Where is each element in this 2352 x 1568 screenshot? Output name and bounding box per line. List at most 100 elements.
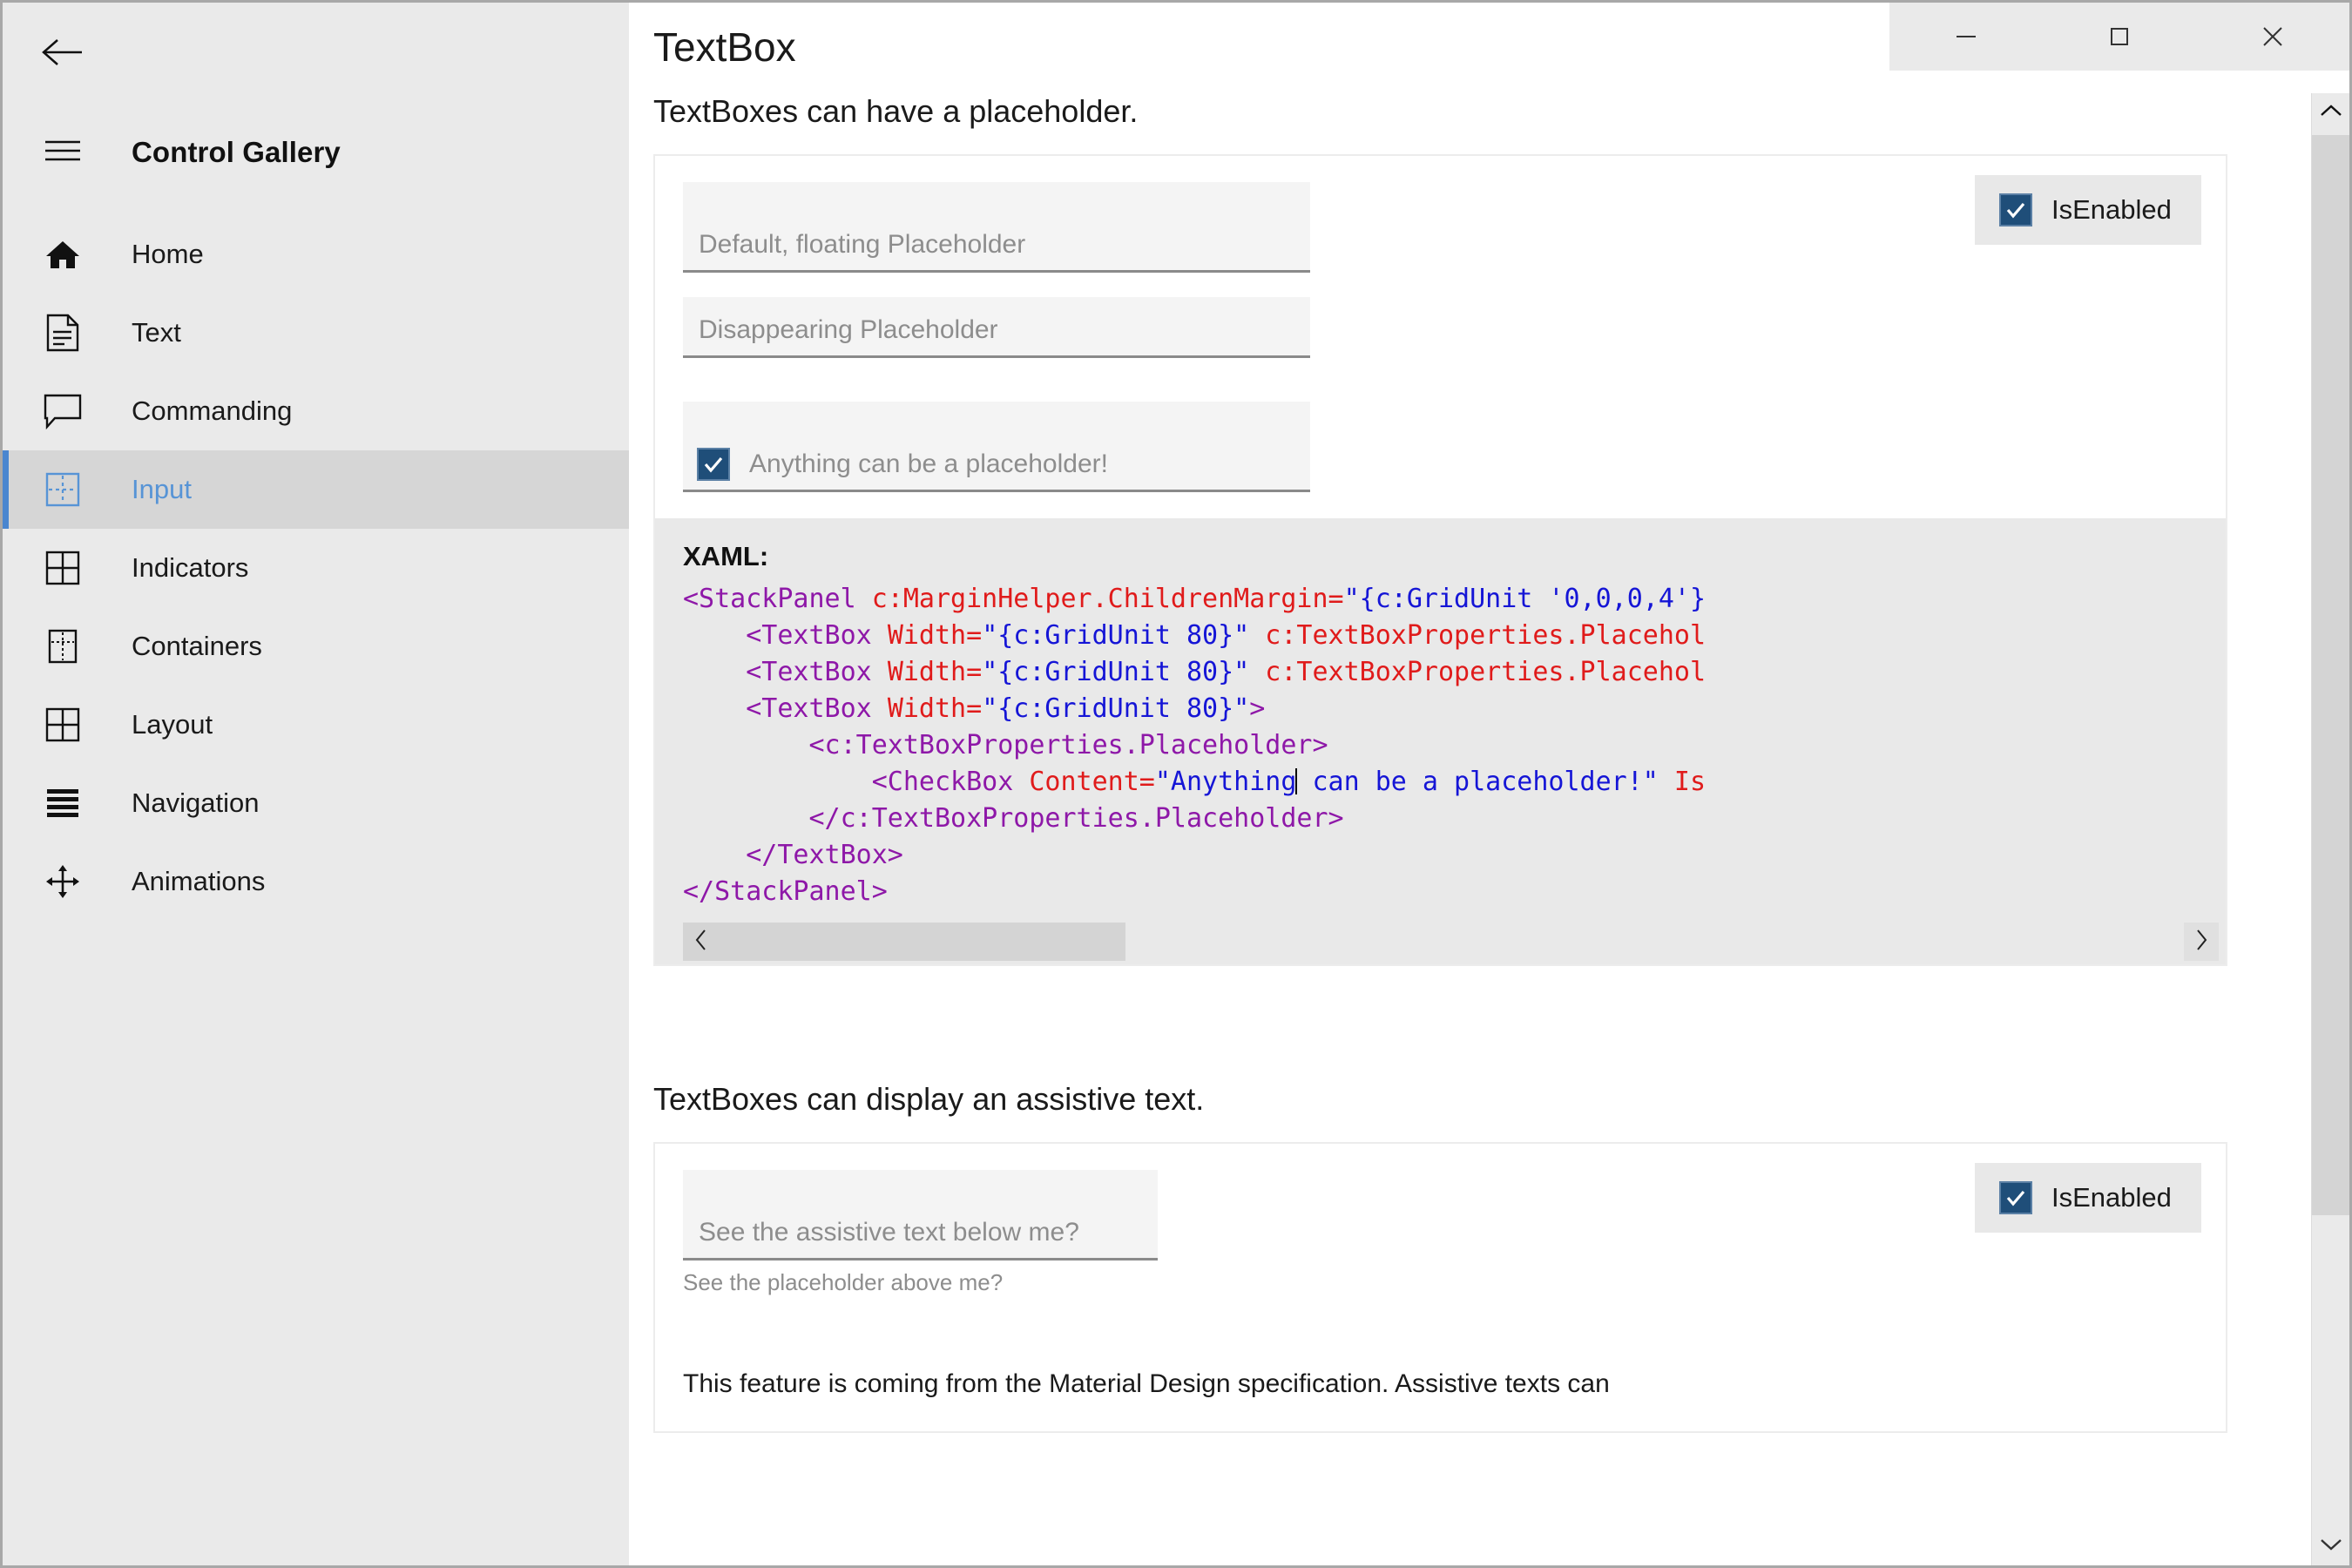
is-enabled-toggle-assistive[interactable]: IsEnabled bbox=[1975, 1163, 2201, 1233]
sidebar-item-text[interactable]: Text bbox=[3, 294, 629, 372]
xaml-token: = bbox=[966, 620, 983, 651]
sidebar-back-row bbox=[3, 3, 629, 105]
close-button[interactable] bbox=[2196, 3, 2349, 71]
sidebar-item-label: Input bbox=[132, 474, 192, 504]
home-icon bbox=[29, 220, 97, 288]
maximize-button[interactable] bbox=[2043, 3, 2196, 71]
xaml-token: <CheckBox bbox=[683, 767, 1030, 797]
minimize-button[interactable] bbox=[1889, 3, 2043, 71]
lines-icon bbox=[29, 769, 97, 837]
xaml-token: > bbox=[1249, 693, 1266, 724]
content-scroll-area: TextBoxes can have a placeholder. Defaul… bbox=[629, 93, 2311, 1565]
xaml-token: "{c:GridUnit 80}" bbox=[982, 693, 1250, 724]
textbox-floating-placeholder[interactable]: Default, floating Placeholder bbox=[683, 182, 1310, 273]
textbox-disappearing-placeholder[interactable]: Disappearing Placeholder bbox=[683, 297, 1310, 358]
minimize-icon bbox=[1953, 24, 1979, 50]
back-arrow-icon bbox=[40, 35, 85, 74]
sidebar-item-commanding[interactable]: Commanding bbox=[3, 372, 629, 450]
maximize-icon bbox=[2106, 24, 2132, 50]
xaml-token: can be a placeholder!" bbox=[1296, 767, 1659, 797]
textbox-assistive[interactable]: See the assistive text below me? bbox=[683, 1170, 1158, 1260]
app-brand-title: Control Gallery bbox=[132, 136, 341, 168]
grid-icon bbox=[29, 691, 97, 759]
xaml-token: = bbox=[966, 693, 983, 724]
assistive-demo-card: See the assistive text below me? See the… bbox=[653, 1142, 2227, 1433]
content-vertical-scrollbar[interactable] bbox=[2311, 93, 2349, 1565]
app-window: Control Gallery Home Text Commanding Inp… bbox=[0, 0, 2352, 1568]
sidebar-item-layout[interactable]: Layout bbox=[3, 686, 629, 764]
xaml-code-text[interactable]: <StackPanel c:MarginHelper.ChildrenMargi… bbox=[683, 581, 2226, 910]
xaml-token: <TextBox bbox=[683, 657, 888, 687]
xaml-token: c:TextBoxProperties.Placehol bbox=[1249, 620, 1707, 651]
xaml-token: c:MarginHelper.ChildrenMargin bbox=[871, 584, 1328, 614]
xaml-token: Content bbox=[1029, 767, 1139, 797]
input-grid-icon bbox=[29, 456, 97, 524]
is-enabled-toggle[interactable]: IsEnabled bbox=[1975, 175, 2201, 245]
sidebar-item-home[interactable]: Home bbox=[3, 215, 629, 294]
assistive-helper-text: See the placeholder above me? bbox=[683, 1269, 1004, 1295]
placeholder-checkbox[interactable] bbox=[697, 448, 730, 481]
sidebar-item-label: Layout bbox=[132, 709, 213, 740]
is-enabled-checkbox[interactable] bbox=[1999, 1181, 2032, 1214]
check-icon bbox=[701, 452, 726, 476]
scroll-down-button[interactable] bbox=[2312, 1527, 2349, 1565]
container-icon bbox=[29, 612, 97, 680]
xaml-token: </c:TextBoxProperties.Placeholder> bbox=[683, 803, 1344, 834]
check-icon bbox=[2004, 1186, 2028, 1210]
close-icon bbox=[2258, 22, 2288, 51]
page-title: TextBox bbox=[653, 24, 796, 70]
grid-icon bbox=[29, 534, 97, 602]
chevron-left-icon bbox=[693, 928, 709, 956]
xaml-token: Width bbox=[887, 620, 967, 651]
xaml-token: <TextBox bbox=[683, 620, 888, 651]
xaml-token: "{c:GridUnit 80}" bbox=[982, 620, 1250, 651]
sidebar-item-label: Text bbox=[132, 317, 181, 348]
hamburger-icon bbox=[44, 137, 82, 169]
section-heading-placeholder: TextBoxes can have a placeholder. bbox=[653, 93, 1139, 129]
xaml-token: = bbox=[966, 657, 983, 687]
sidebar-item-label: Animations bbox=[132, 866, 266, 896]
main-content: TextBox TextBoxes can have a placeholder… bbox=[629, 3, 2349, 1565]
xaml-hscroll-right-button[interactable] bbox=[2184, 923, 2219, 961]
sidebar-item-containers[interactable]: Containers bbox=[3, 607, 629, 686]
xaml-token: </StackPanel> bbox=[683, 876, 888, 907]
textbox-checkbox-placeholder[interactable]: Anything can be a placeholder! bbox=[683, 402, 1310, 492]
is-enabled-label: IsEnabled bbox=[2051, 1182, 2172, 1213]
scroll-thumb[interactable] bbox=[2312, 135, 2349, 1215]
xaml-token: "Anything bbox=[1154, 767, 1297, 797]
xaml-token: = bbox=[1139, 767, 1155, 797]
sidebar-item-indicators[interactable]: Indicators bbox=[3, 529, 629, 607]
is-enabled-checkbox[interactable] bbox=[1999, 193, 2032, 226]
sidebar-item-label: Navigation bbox=[132, 787, 260, 818]
hamburger-button[interactable] bbox=[29, 118, 97, 186]
move-icon bbox=[29, 848, 97, 916]
sidebar-item-label: Commanding bbox=[132, 395, 293, 426]
xaml-token: "{c:GridUnit '0,0,0,4'} bbox=[1343, 584, 1707, 614]
scroll-up-button[interactable] bbox=[2312, 93, 2349, 132]
is-enabled-label: IsEnabled bbox=[2051, 194, 2172, 225]
sidebar-item-label: Home bbox=[132, 239, 204, 269]
placeholder-text: See the assistive text below me? bbox=[699, 1218, 1079, 1247]
window-controls bbox=[1889, 3, 2349, 71]
xaml-token: "{c:GridUnit 80}" bbox=[982, 657, 1250, 687]
chevron-down-icon bbox=[2319, 1537, 2343, 1557]
xaml-hscroll-thumb[interactable] bbox=[683, 923, 1125, 961]
placeholder-demo-card: Default, floating Placeholder Disappeari… bbox=[653, 154, 2227, 966]
xaml-horizontal-scrollbar[interactable] bbox=[683, 923, 2224, 964]
placeholder-checkbox-row[interactable]: Anything can be a placeholder! bbox=[697, 448, 1108, 481]
xaml-code-block: XAML: <StackPanel c:MarginHelper.Childre… bbox=[655, 518, 2226, 964]
document-icon bbox=[29, 299, 97, 367]
sidebar-item-animations[interactable]: Animations bbox=[3, 842, 629, 921]
chat-bubble-icon bbox=[29, 377, 97, 445]
xaml-token: Width bbox=[887, 657, 967, 687]
sidebar-item-navigation[interactable]: Navigation bbox=[3, 764, 629, 842]
section-heading-assistive: TextBoxes can display an assistive text. bbox=[653, 1081, 1205, 1117]
back-button[interactable] bbox=[25, 17, 100, 91]
xaml-token: <StackPanel bbox=[683, 584, 872, 614]
sidebar-item-input[interactable]: Input bbox=[3, 450, 629, 529]
chevron-up-icon bbox=[2319, 103, 2343, 123]
sidebar-item-label: Containers bbox=[132, 631, 262, 661]
